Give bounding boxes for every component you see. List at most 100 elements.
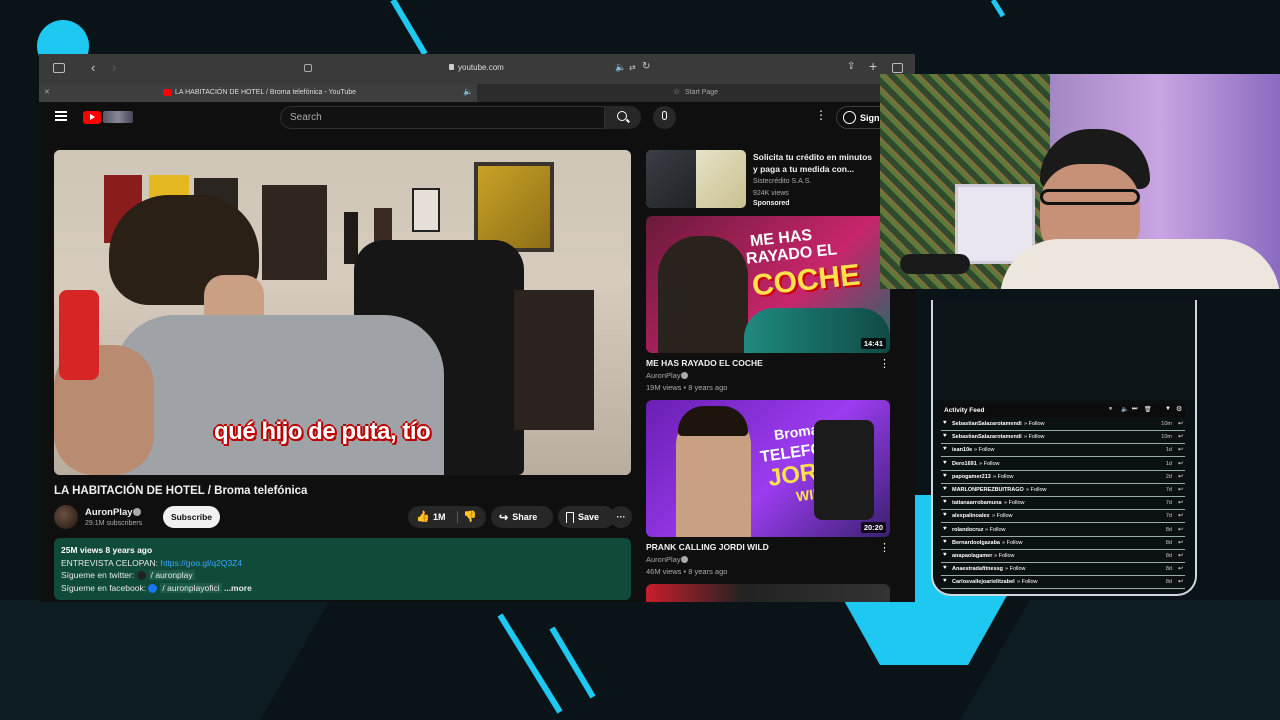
ad-thumbnail[interactable]	[646, 150, 746, 208]
activity-row[interactable]: ♥ MARLONPEREZBUITRAGO» Follow 7d ↩	[941, 484, 1185, 497]
follower-name: Carlosvallejoarielitzabel	[952, 579, 1015, 586]
activity-row[interactable]: ♥ tatianaarrobamuna» Follow 7d ↩	[941, 497, 1185, 511]
channel-name[interactable]: AuronPlay	[85, 507, 133, 518]
share-icon[interactable]: ⇪	[847, 61, 855, 72]
heart-icon: ♥	[943, 512, 947, 519]
follower-name: rolandocruz	[952, 526, 984, 533]
skip-icon[interactable]: ⏭	[1132, 406, 1137, 413]
heart-icon: ♥	[943, 486, 947, 492]
reply-icon[interactable]: ↩	[1178, 473, 1183, 480]
tab-youtube[interactable]: ✕ LA HABITACIÓN DE HOTEL / Broma telefón…	[39, 84, 477, 102]
time-ago: 8d	[1165, 553, 1172, 559]
heart-icon: ♥	[943, 499, 947, 506]
activity-row[interactable]: ♥ Bernardoolgazaba» Follow 8d ↩	[941, 537, 1185, 550]
activity-row[interactable]: ♥ Carlosvallejoarielitzabel» Follow 8d ↩	[941, 576, 1185, 590]
reply-icon[interactable]: ↩	[1178, 486, 1183, 493]
close-tab-icon[interactable]: ✕	[44, 88, 50, 96]
share-button[interactable]: ↪ Share	[491, 506, 553, 528]
video-channel[interactable]: AuronPlay	[646, 370, 681, 382]
back-icon[interactable]: ‹	[91, 60, 95, 75]
ad-title[interactable]: Solicita tu crédito en minutos y paga a …	[753, 151, 878, 175]
reply-icon[interactable]: ↩	[1178, 539, 1183, 546]
new-tab-icon[interactable]: +	[869, 58, 877, 74]
follower-name: MARLONPEREZBUITRAGO	[952, 487, 1024, 493]
microphone-icon[interactable]	[653, 106, 676, 129]
celopan-link[interactable]: https://goo.gl/q2Q3Z4	[160, 558, 242, 568]
subscribe-button[interactable]: Subscribe	[163, 506, 220, 528]
video-description[interactable]: 25M views 8 years ago ENTREVISTA CELOPAN…	[54, 538, 631, 600]
settings-icon[interactable]: ⚙	[1176, 405, 1182, 413]
follower-name: isan10e	[952, 447, 973, 454]
desc-label: Sígueme en facebook:	[61, 582, 149, 593]
reply-icon[interactable]: ↩	[1178, 460, 1183, 467]
audio-icon[interactable]: 🔈	[615, 62, 626, 73]
activity-row[interactable]: ♥ isan10e» Follow 1d ↩	[941, 444, 1185, 458]
menu-icon[interactable]	[55, 111, 67, 121]
like-button[interactable]: 👍 1M	[408, 506, 456, 528]
search-input[interactable]: Search	[280, 106, 605, 129]
heart-icon: ♥	[943, 446, 947, 453]
dislike-icon[interactable]: 👎	[463, 510, 477, 523]
more-link[interactable]: ...more	[224, 583, 252, 593]
filter-icon[interactable]: ▼	[1165, 406, 1171, 412]
reader-icon[interactable]	[304, 64, 312, 72]
video-title[interactable]: ME HAS RAYADO EL COCHE	[646, 358, 763, 368]
activity-row[interactable]: ♥ Dero1691» Follow 1d ↩	[941, 458, 1185, 471]
subscriber-count: 29.1M subscribers	[85, 520, 143, 527]
activity-row[interactable]: ♥ SebastianSalazarotamendi» Follow 10m ↩	[941, 418, 1185, 431]
desc-label: Sígueme en twitter:	[61, 570, 137, 581]
heart-icon: ♥	[943, 459, 947, 466]
reply-icon[interactable]: ↩	[1178, 433, 1183, 440]
share-icon: ↪	[499, 511, 509, 524]
activity-row[interactable]: ♥ anapaolagamer» Follow 8d ↩	[941, 550, 1185, 563]
more-options-icon[interactable]: ⋮	[879, 357, 890, 370]
activity-row[interactable]: ♥ papogamer213» Follow 2d ↩	[941, 471, 1185, 484]
forward-icon[interactable]: ›	[112, 60, 116, 75]
video-thumbnail-partial[interactable]	[646, 584, 890, 602]
reply-icon[interactable]: ↩	[1178, 578, 1183, 585]
youtube-header: Search ⋮ Sign	[39, 102, 915, 134]
verified-icon	[681, 372, 688, 379]
more-actions-button[interactable]: ···	[610, 506, 632, 528]
video-thumbnail[interactable]: Broma TELEFÓNICA JORDI WILD 20:20	[646, 400, 890, 537]
activity-row[interactable]: ♥ Anaestradafitnessg» Follow 8d ↩	[941, 563, 1185, 577]
tab-overview-icon[interactable]	[892, 63, 903, 73]
reply-icon[interactable]: ↩	[1178, 420, 1183, 427]
follow-action: » Follow	[992, 513, 1013, 520]
activity-row[interactable]: ♥ SebastianSalazarotamendi» Follow 10m ↩	[941, 431, 1185, 445]
video-title[interactable]: PRANK CALLING JORDI WILD	[646, 542, 769, 552]
facebook-link[interactable]: / auronplayofici	[160, 582, 222, 593]
activity-row[interactable]: ♥ alexpalinoalex» Follow 7d ↩	[941, 510, 1185, 524]
url-text[interactable]: youtube.com	[458, 63, 504, 72]
phone-top-area	[933, 300, 1195, 400]
search-button[interactable]	[605, 106, 641, 129]
activity-row[interactable]: ♥ rolandocruz» Follow 8d ↩	[941, 524, 1185, 537]
reply-icon[interactable]: ↩	[1178, 512, 1183, 519]
reply-icon[interactable]: ↩	[1178, 499, 1183, 506]
sidebar-toggle-icon[interactable]	[53, 63, 65, 73]
reply-icon[interactable]: ↩	[1178, 565, 1183, 572]
more-options-icon[interactable]: ⋮	[815, 108, 827, 122]
tab-start-page[interactable]: ☆ Start Page	[477, 84, 915, 102]
reload-icon[interactable]: ↻	[642, 61, 650, 72]
tab-mute-icon[interactable]: 🔈	[463, 87, 473, 96]
video-thumbnail[interactable]: ME HAS RAYADO EL COCHE 14:41	[646, 216, 890, 353]
save-button[interactable]: Save	[558, 506, 615, 528]
video-player[interactable]: qué hijo de puta, tío	[54, 150, 631, 475]
reply-icon[interactable]: ↩	[1178, 446, 1183, 453]
reply-icon[interactable]: ↩	[1178, 552, 1183, 559]
reply-icon[interactable]: ↩	[1178, 526, 1183, 533]
more-options-icon[interactable]: ⋮	[879, 541, 890, 554]
pause-icon[interactable]: ⏸	[1109, 406, 1112, 413]
youtube-logo-icon[interactable]	[83, 111, 101, 124]
video-channel[interactable]: AuronPlay	[646, 554, 681, 566]
trash-icon[interactable]: 🗑	[1144, 406, 1152, 413]
channel-avatar[interactable]	[54, 505, 78, 529]
twitter-link[interactable]: / auronplay	[148, 570, 195, 581]
browser-window: ‹ › youtube.com 🔈 ⇄ ↻ ⇪ + ✕ LA HABITACIÓ…	[39, 54, 915, 602]
follow-action: » Follow	[1002, 539, 1023, 546]
translate-icon[interactable]: ⇄	[629, 63, 636, 72]
time-ago: 7d	[1165, 500, 1172, 507]
volume-icon[interactable]: 🔈	[1121, 406, 1128, 413]
verified-icon	[133, 508, 141, 516]
